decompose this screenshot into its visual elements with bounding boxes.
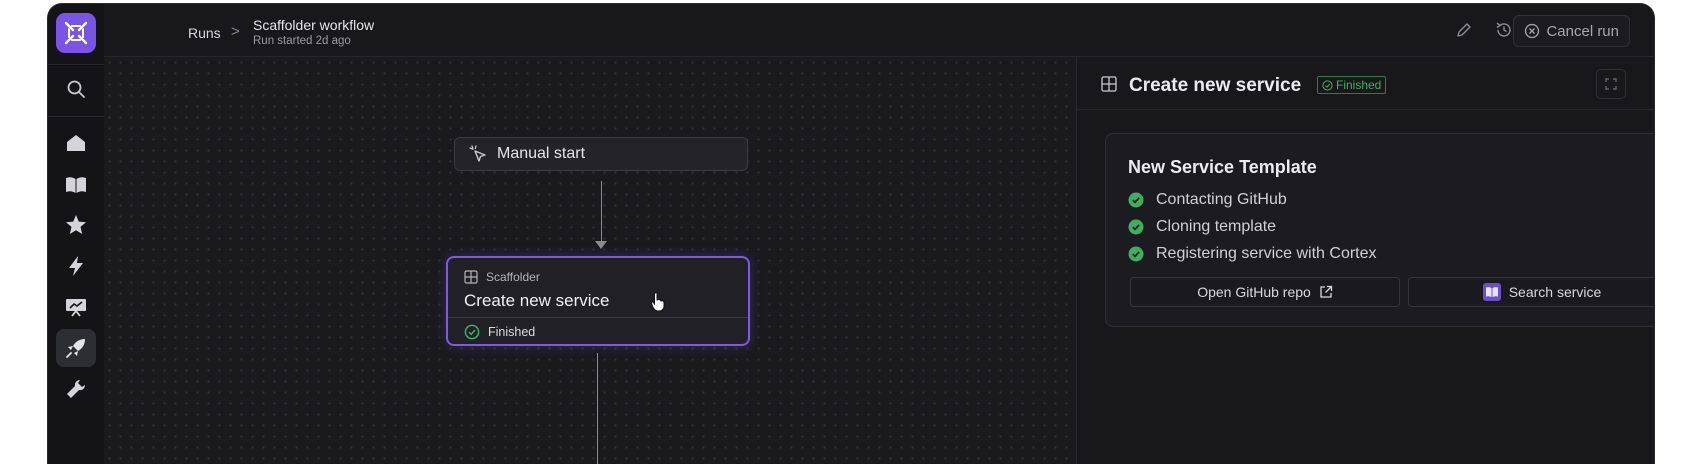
sidebar-divider [48,116,104,117]
app-logo[interactable] [56,13,96,53]
table-icon [1101,76,1117,92]
home-icon [67,135,85,151]
sidebar-item-reports[interactable] [56,288,96,326]
checklist-item-label: Cloning template [1156,218,1277,235]
cancel-run-label: Cancel run [1546,22,1619,40]
edit-button[interactable] [1452,18,1476,42]
cancel-run-button[interactable]: Cancel run [1513,15,1630,47]
step-divider [448,317,748,318]
scaffolder-step-node[interactable]: Scaffolder Create new service Finished [446,256,750,346]
step-status-label: Finished [488,325,536,339]
sidebar-item-actions[interactable] [56,247,96,285]
sidebar [48,4,105,464]
edge-line [597,353,598,464]
bolt-icon [69,256,83,276]
workflow-canvas[interactable]: Manual start Scaffolder Create new servi… [104,57,1076,464]
status-badge-label: Finished [1336,78,1382,92]
check-circle-filled-icon [1128,246,1144,262]
sidebar-item-settings[interactable] [56,370,96,408]
hand-cursor-icon [650,292,665,312]
sidebar-item-home[interactable] [56,124,96,162]
sidebar-item-workflows[interactable] [56,329,96,367]
edge-line [601,181,602,243]
rocket-icon [66,339,85,358]
open-github-repo-button[interactable]: Open GitHub repo [1130,277,1400,307]
checklist-item: Registering service with Cortex [1128,245,1377,263]
app-window: Runs > Scaffolder workflow Run started 2… [48,4,1654,464]
sidebar-item-search[interactable] [56,70,96,108]
page-title: Scaffolder workflow [253,17,375,33]
manual-start-label: Manual start [497,145,586,162]
logo-icon [64,21,88,45]
table-icon [464,270,478,284]
panel-header: Create new service Finished [1077,57,1654,110]
run-started-text: Run started 2d ago [253,35,351,47]
check-circle-filled-icon [1128,219,1144,235]
open-github-repo-label: Open GitHub repo [1197,284,1311,300]
step-status: Finished [464,324,535,340]
pointer-click-icon [469,145,486,162]
edge-arrow [595,241,607,249]
step-type-label: Scaffolder [486,270,540,284]
top-bar: Runs > Scaffolder workflow Run started 2… [104,4,1654,57]
checklist-item: Contacting GitHub [1128,191,1287,209]
panel-title: Create new service [1129,75,1302,96]
check-circle-filled-icon [1128,192,1144,208]
pencil-icon [1457,23,1471,37]
check-circle-icon [464,324,480,340]
search-icon [67,80,85,98]
sidebar-item-scorecards[interactable] [56,206,96,244]
check-circle-icon [1322,79,1333,91]
external-link-icon [1320,285,1332,298]
breadcrumb-separator: > [231,23,240,40]
expand-icon [1605,78,1617,90]
card-title: New Service Template [1128,157,1317,177]
history-icon [1496,22,1511,37]
book-icon [66,177,86,193]
step-detail-panel: Create new service Finished New Service … [1076,57,1654,464]
checklist-item-label: Registering service with Cortex [1156,245,1377,262]
sidebar-item-catalog[interactable] [56,166,96,204]
wrench-icon [67,379,86,398]
sidebar-divider [48,64,104,65]
step-type: Scaffolder [464,270,540,284]
history-button[interactable] [1492,18,1516,42]
cancel-circle-icon [1525,23,1540,39]
search-service-label: Search service [1508,284,1602,300]
step-title: Create new service [464,291,610,310]
status-badge: Finished [1317,76,1387,94]
checklist-item-label: Contacting GitHub [1156,191,1287,208]
breadcrumb-runs-link[interactable]: Runs [188,25,221,41]
star-icon [66,215,86,234]
expand-button[interactable] [1596,69,1626,99]
checklist-item: Cloning template [1128,218,1276,236]
presentation-icon [66,299,86,317]
manual-start-node[interactable]: Manual start [454,137,748,171]
template-card: New Service Template Contacting GitHub C… [1105,133,1654,327]
search-service-button[interactable]: Search service [1408,277,1654,307]
book-icon [1482,283,1501,301]
